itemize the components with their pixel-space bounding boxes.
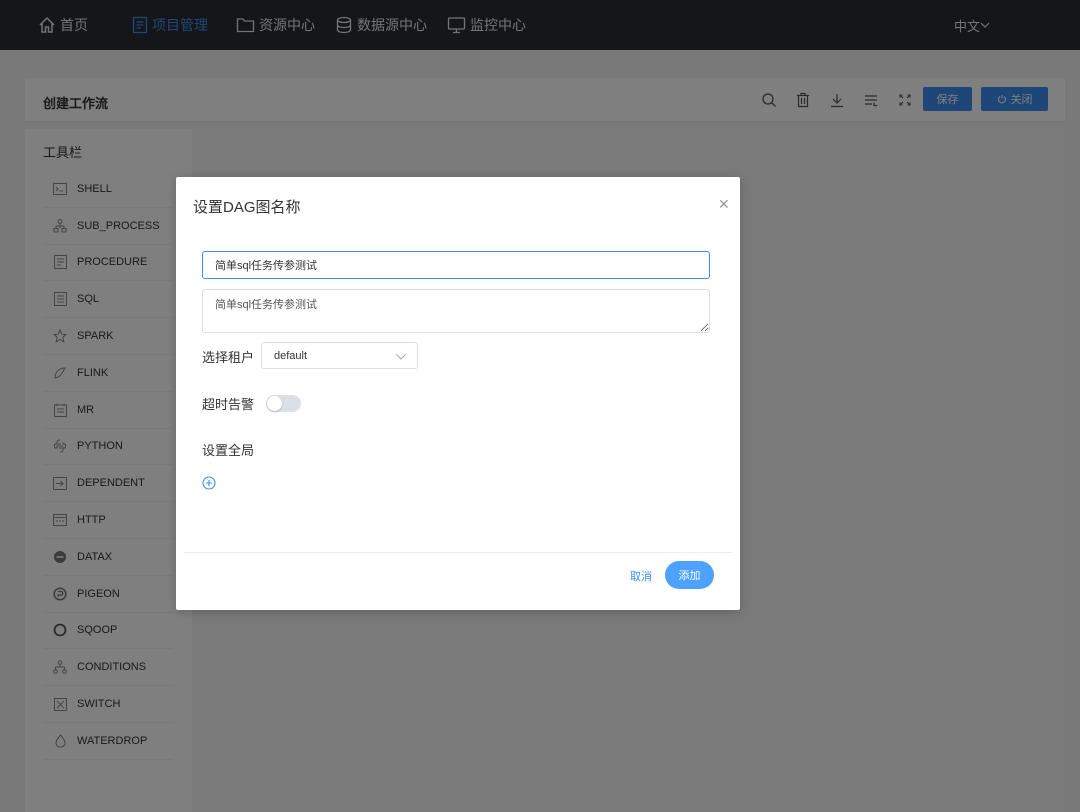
timeout-label: 超时告警 <box>202 397 255 412</box>
close-icon[interactable]: ✕ <box>718 197 730 211</box>
timeout-toggle[interactable] <box>266 395 301 412</box>
add-circle-icon[interactable] <box>202 476 216 490</box>
chevron-down-icon <box>395 353 407 360</box>
tenant-label: 选择租户 <box>202 350 255 365</box>
tenant-value: default <box>274 349 308 362</box>
cancel-button[interactable]: 取消 <box>630 568 652 584</box>
global-params-label: 设置全局 <box>202 443 255 458</box>
dialog-title: 设置DAG图名称 <box>193 199 301 216</box>
tenant-select[interactable]: default <box>261 342 418 369</box>
toggle-knob <box>267 396 282 411</box>
dag-name-dialog: 设置DAG图名称 ✕ 简单sql任务传参测试 选择租户 default 超时告警… <box>176 177 740 610</box>
workflow-name-input[interactable] <box>202 251 710 279</box>
dialog-divider <box>184 552 732 553</box>
workflow-description-input[interactable]: 简单sql任务传参测试 <box>202 289 710 333</box>
add-button[interactable]: 添加 <box>665 561 714 589</box>
